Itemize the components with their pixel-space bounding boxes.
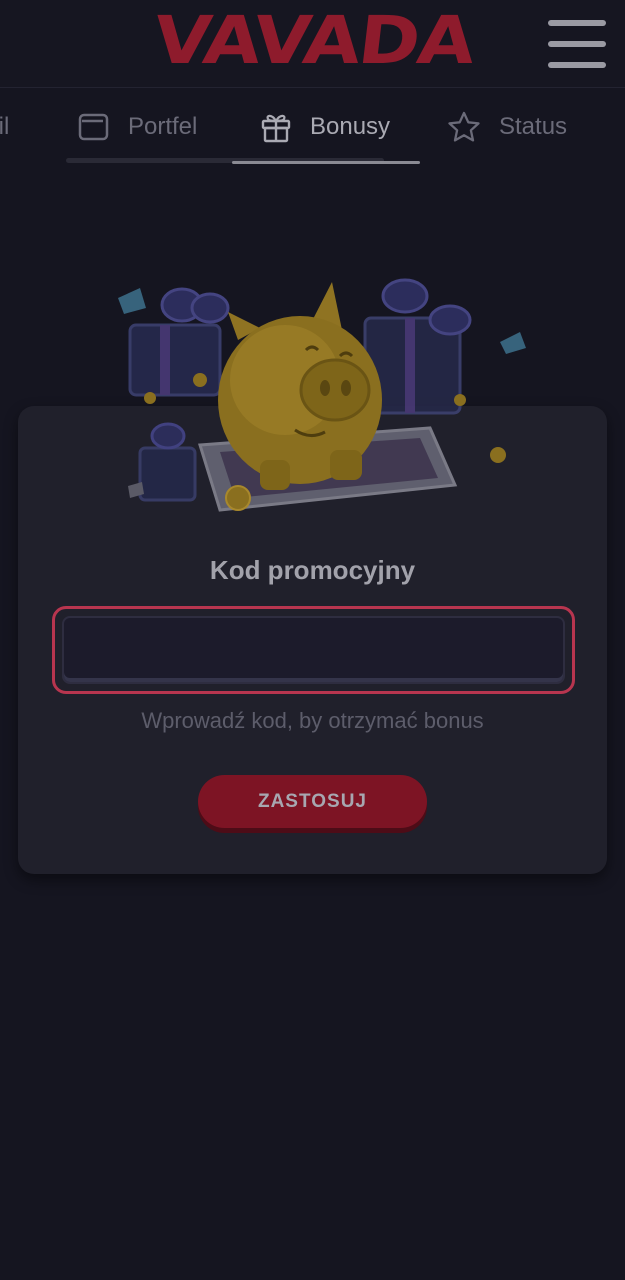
tab-wallet-label: Portfel [128,113,198,140]
tab-status-label: Status [499,113,568,140]
promo-code-hint: Wprowadź kod, by otrzymać bonus [141,708,484,733]
hamburger-menu-icon[interactable] [548,20,606,68]
tab-profile[interactable]: fil [0,107,9,147]
account-tabs: fil Portfel Bonusy Status [0,89,625,169]
star-icon [448,111,480,142]
promo-code-field-focus-ring [52,606,575,694]
coin [225,485,251,511]
tab-profile-label: fil [0,113,10,140]
tab-status[interactable]: Status [447,107,567,147]
logo-text: VAVADA [149,2,478,79]
gift-box-left-bottom [138,422,197,502]
piggy-bank [218,282,382,490]
active-tab-indicator [232,161,420,164]
tab-bonuses-label: Bonusy [310,113,391,140]
coin [193,373,207,387]
top-header: VAVADA [0,0,625,88]
gift-icon [261,114,291,143]
promo-code-title: Kod promocyjny [209,555,416,585]
apply-button[interactable]: ZASTOSUJ [198,775,427,828]
coin [490,447,506,463]
coin [454,394,466,406]
wallet-icon [78,113,109,141]
coin [144,392,156,404]
tab-bonuses[interactable]: Bonusy [260,107,390,147]
tab-wallet[interactable]: Portfel [78,107,197,147]
piggy-bank-gifts-illustration [118,278,526,512]
vavada-logo[interactable]: VAVADA [138,2,488,79]
promo-code-input[interactable] [62,616,565,684]
